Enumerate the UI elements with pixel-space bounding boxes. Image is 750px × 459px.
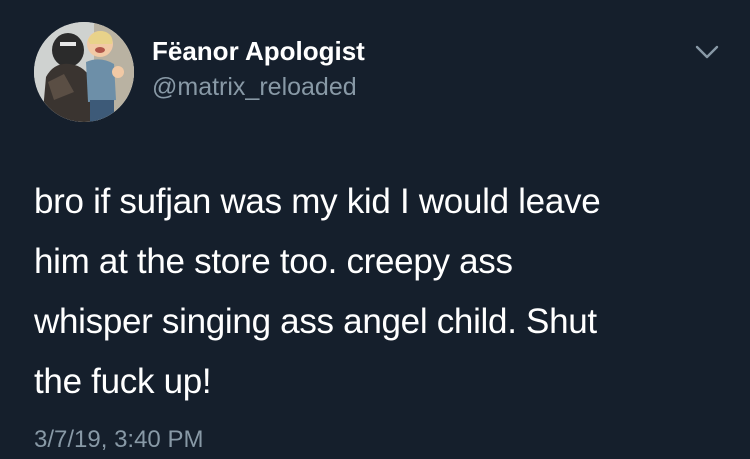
tweet-text-line: bro if sufjan was my kid I would leave	[34, 182, 601, 221]
display-name[interactable]: Fëanor Apologist	[152, 36, 365, 67]
tweet-text-line: whisper singing ass angel child. Shut	[34, 302, 597, 341]
avatar-image	[34, 22, 134, 122]
avatar[interactable]	[34, 22, 134, 122]
timestamp[interactable]: 3/7/19, 3:40 PM	[34, 426, 203, 454]
tweet-card: Fëanor Apologist @matrix_reloaded bro if…	[0, 0, 750, 459]
tweet-text-line: him at the store too. creepy ass	[34, 242, 513, 281]
user-handle[interactable]: @matrix_reloaded	[152, 73, 357, 102]
tweet-text: bro if sufjan was my kid I would leave h…	[34, 172, 734, 412]
chevron-down-icon[interactable]	[693, 42, 721, 62]
tweet-text-line: the fuck up!	[34, 362, 212, 401]
